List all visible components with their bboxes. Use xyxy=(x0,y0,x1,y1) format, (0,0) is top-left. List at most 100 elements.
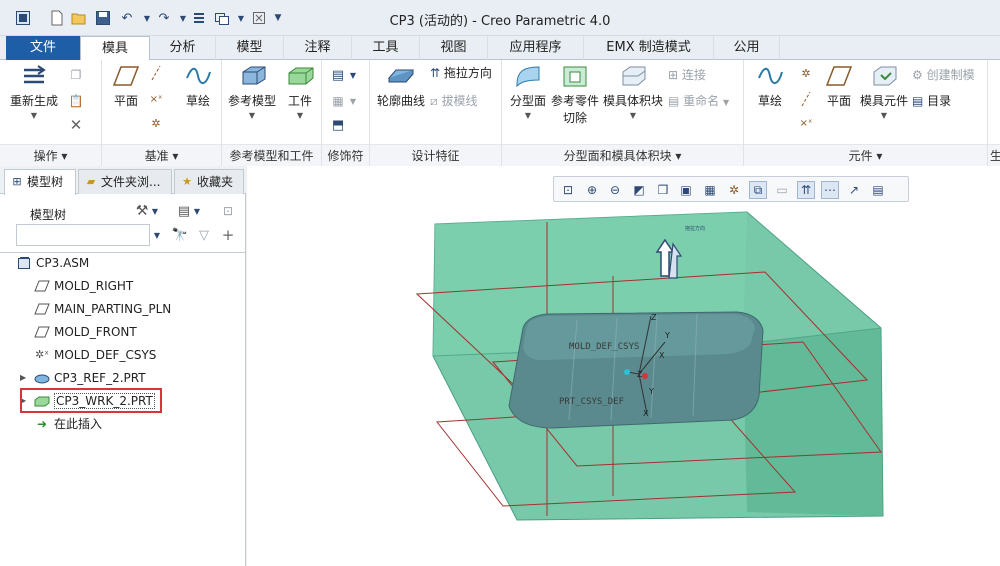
group-label[interactable]: 分型面和模具体积块 ▾ xyxy=(502,144,743,166)
csys-icon: ✲ˣ xyxy=(34,348,50,361)
chevron-down-icon[interactable]: ▼ xyxy=(348,92,358,110)
drag-direction-button[interactable]: ⇈ 拖拉方向 xyxy=(430,64,500,81)
csys-icon[interactable]: ✲ xyxy=(796,64,816,82)
rename-button[interactable]: ▤ 重命名 ▼ xyxy=(668,92,742,109)
pattern-icon[interactable]: ▦ xyxy=(328,92,348,110)
tab-applications[interactable]: 应用程序 xyxy=(488,36,584,60)
tab-tools[interactable]: 工具 xyxy=(352,36,420,60)
rename-icon: ▤ xyxy=(668,94,680,108)
zoom-out-icon[interactable]: ⊖ xyxy=(606,181,624,199)
regenerate-button[interactable]: 重新生成 ▼ xyxy=(8,64,60,120)
catalog-button[interactable]: ▤ 目录 xyxy=(912,92,972,109)
group-label[interactable]: 生 xyxy=(988,144,1000,166)
sketch-button[interactable]: 草绘 xyxy=(178,64,218,109)
tab-model-tree[interactable]: ⊞ 模型树 xyxy=(4,169,76,195)
silhouette-curve-icon xyxy=(386,64,416,88)
tree-item-ref-part[interactable]: ▶ CP3_REF_2.PRT xyxy=(20,367,146,389)
graphics-window[interactable]: 拖拉方向 MOLD_DEF_CSYS PRT_CSYS_DEF Z Y X Z … xyxy=(247,166,1000,566)
mold-volume-button[interactable]: 模具体积块 ▼ xyxy=(602,64,664,120)
group-label[interactable]: 元件 ▾ xyxy=(744,144,987,166)
point-display-icon[interactable]: ⋯ xyxy=(821,181,839,199)
point-icon[interactable]: ×ˣ xyxy=(796,114,816,132)
expand-arrow-icon[interactable]: ▶ xyxy=(20,367,26,389)
refit-icon[interactable]: ⊡ xyxy=(559,181,577,199)
ref-part-cut-button[interactable]: 参考零件 切除 xyxy=(550,64,600,126)
point-icon[interactable]: ×ˣ xyxy=(146,90,166,108)
reference-part-top xyxy=(523,314,755,361)
group-label[interactable]: 基准 ▾ xyxy=(102,144,221,166)
saved-orientations-icon[interactable]: ❒ xyxy=(654,181,672,199)
plane-display-icon[interactable]: ⧉ xyxy=(749,181,767,199)
tab-file[interactable]: 文件 xyxy=(6,36,80,60)
spin-center-icon[interactable]: ↗ xyxy=(845,181,863,199)
chevron-down-icon[interactable]: ▼ xyxy=(348,66,358,84)
zoom-in-icon[interactable]: ⊕ xyxy=(583,181,601,199)
copy-icon[interactable]: ❐ xyxy=(66,66,86,84)
find-icon[interactable]: 🔭 xyxy=(170,226,190,244)
tab-utility[interactable]: 公用 xyxy=(714,36,780,60)
ref-part-cut-icon xyxy=(560,64,590,88)
filter-icon[interactable]: ▽ xyxy=(194,226,214,244)
parting-surface-button[interactable]: 分型面 ▼ xyxy=(506,64,550,120)
silhouette-curve-button[interactable]: 轮廓曲线 xyxy=(374,64,428,109)
paste-icon[interactable]: 📋 xyxy=(66,92,86,110)
connect-button[interactable]: ⊞ 连接 xyxy=(668,66,738,83)
trim-icon[interactable]: ▤ xyxy=(328,66,348,84)
tree-item-main-parting-pln[interactable]: MAIN_PARTING_PLN xyxy=(34,298,171,320)
group-label[interactable]: 参考模型和工件 xyxy=(222,144,321,166)
csys-display-icon[interactable]: ⇈ xyxy=(797,181,815,199)
chevron-down-icon[interactable]: ▼ xyxy=(150,202,160,220)
axis-icon[interactable] xyxy=(796,90,816,108)
tree-item-mold-right[interactable]: MOLD_RIGHT xyxy=(34,275,133,297)
settings-icon[interactable]: ⚒ xyxy=(132,202,152,220)
view-manager-icon[interactable]: ▦ xyxy=(701,181,719,199)
tab-emx[interactable]: EMX 制造模式 xyxy=(584,36,714,60)
catalog-icon: ▤ xyxy=(912,94,924,108)
group-label[interactable]: 操作 ▾ xyxy=(0,144,101,166)
tab-view[interactable]: 视图 xyxy=(420,36,488,60)
chevron-down-icon[interactable]: ▼ xyxy=(192,202,202,220)
draft-line-button[interactable]: ⧄ 拔模线 xyxy=(430,92,500,109)
display-style-icon[interactable]: ▣ xyxy=(677,181,695,199)
tab-model[interactable]: 模型 xyxy=(216,36,284,60)
delete-icon[interactable]: ✕ xyxy=(66,116,86,134)
ribbon: 重新生成 ▼ ❐ 📋 ✕ 操作 ▾ 平面 ×ˣ ✲ 草绘 基准 ▾ 参考模型 ▼… xyxy=(0,60,1000,166)
datum-display-icon[interactable]: ✲ xyxy=(725,181,743,199)
tab-mold[interactable]: 模具 xyxy=(80,36,150,61)
tab-favorites[interactable]: ★ 收藏夹 xyxy=(174,169,244,194)
tree-item-insert-here[interactable]: ➜ 在此插入 xyxy=(34,413,102,435)
group-label[interactable]: 修饰符 xyxy=(322,144,369,166)
show-icon[interactable]: ▤ xyxy=(174,202,194,220)
filter-settings-icon[interactable]: ⊡ xyxy=(218,202,238,220)
tree-item-mold-front[interactable]: MOLD_FRONT xyxy=(34,321,137,343)
tab-folder-browser[interactable]: ▰ 文件夹浏... xyxy=(78,169,172,194)
add-icon[interactable]: + xyxy=(218,226,238,244)
mold-component-button[interactable]: 模具元件 ▼ xyxy=(858,64,910,120)
tab-analysis[interactable]: 分析 xyxy=(150,36,216,60)
group-label[interactable]: 设计特征 xyxy=(370,144,501,166)
create-casting-button[interactable]: ⚙ 创建制模 xyxy=(912,66,986,83)
plane2-button[interactable]: 平面 xyxy=(822,64,856,109)
perspective-icon[interactable]: ▤ xyxy=(869,181,887,199)
title-bar: ↶ ▼ ↷ ▼ ▼ ▼ CP3 (活动的) - Creo Parametric … xyxy=(0,0,1000,36)
chevron-down-icon[interactable]: ▼ xyxy=(152,226,162,244)
tree-item-asm[interactable]: CP3.ASM xyxy=(16,252,89,274)
sketch2-button[interactable]: 草绘 xyxy=(750,64,790,109)
axis-icon[interactable] xyxy=(146,64,166,82)
tab-annotate[interactable]: 注释 xyxy=(284,36,352,60)
repaint-icon[interactable]: ◩ xyxy=(630,181,648,199)
tree-search-input[interactable] xyxy=(16,224,150,246)
plane-icon xyxy=(824,64,854,88)
mirror-icon[interactable]: ⬒ xyxy=(328,116,348,134)
workpiece-button[interactable]: 工件 ▼ xyxy=(280,64,320,120)
chevron-down-icon: ▼ xyxy=(629,111,637,120)
plane-button[interactable]: 平面 xyxy=(106,64,146,109)
creo-window: ↶ ▼ ↷ ▼ ▼ ▼ CP3 (活动的) - Creo Parametric … xyxy=(0,0,1000,566)
regenerate-label: 重新生成 xyxy=(9,94,58,108)
tree-item-mold-def-csys[interactable]: ✲ˣ MOLD_DEF_CSYS xyxy=(34,344,156,366)
navigator-tabs: ⊞ 模型树 ▰ 文件夹浏... ★ 收藏夹 xyxy=(0,166,246,195)
csys-icon[interactable]: ✲ xyxy=(146,114,166,132)
annotation-display-icon[interactable]: ▭ xyxy=(773,181,791,199)
reference-model-button[interactable]: 参考模型 ▼ xyxy=(226,64,278,120)
chevron-down-icon: ▼ xyxy=(723,98,730,107)
